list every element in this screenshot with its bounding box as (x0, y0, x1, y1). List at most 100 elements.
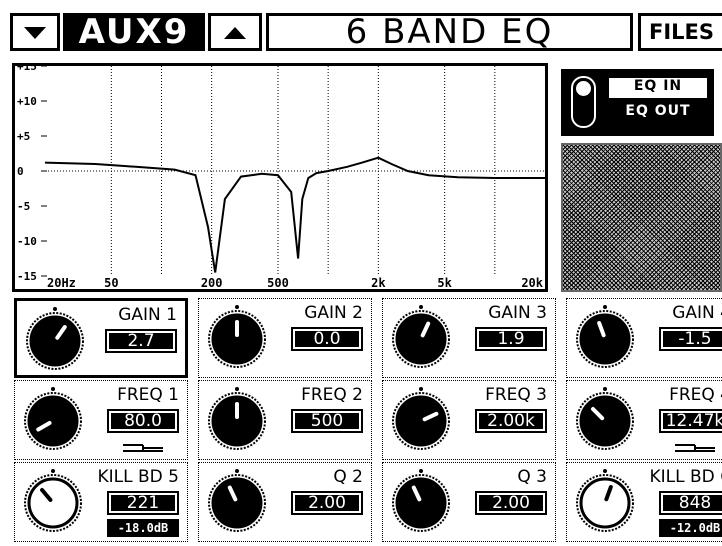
x-tick-label: 500 (267, 276, 289, 289)
knob-value-display[interactable]: 12.47k (659, 409, 722, 433)
x-tick-label: 20Hz (47, 276, 76, 289)
knob-top-dot (419, 305, 423, 309)
knob-cell-band4-third[interactable]: KILL BD 6 848 -12.0dB (566, 462, 722, 542)
page-title: 6 BAND EQ (266, 12, 633, 52)
arrow-down-icon (24, 27, 46, 39)
knob-top-dot (53, 307, 57, 311)
eq-out-label[interactable]: EQ OUT (609, 103, 707, 123)
knob-cell-band4-freq[interactable]: FREQ 4 12.47k (566, 380, 722, 460)
toggle-knob-icon (576, 81, 591, 96)
knob-label: FREQ 3 (485, 385, 547, 405)
knob[interactable] (573, 385, 637, 455)
knob-icon (24, 387, 82, 450)
knob-label: GAIN 1 (118, 305, 177, 325)
knob-icon (392, 387, 450, 450)
knob-icon (208, 387, 266, 450)
knob-value-display[interactable]: 2.00k (475, 409, 547, 433)
files-label: FILES (649, 20, 715, 44)
knob-top-dot (235, 387, 239, 391)
knob-top-dot (603, 305, 607, 309)
knob-label: GAIN 3 (488, 303, 547, 323)
knob-top-dot (603, 387, 607, 391)
knob[interactable] (205, 385, 269, 455)
knob-value-display[interactable]: 500 (291, 409, 363, 433)
knob-body (579, 477, 631, 529)
knob[interactable] (573, 467, 637, 537)
knob-cell-band3-freq[interactable]: FREQ 3 2.00k (382, 380, 556, 460)
aux-selector[interactable]: AUX9 (63, 12, 205, 52)
eq-graph: +15 +10 +5 0 -5 -10 -15 20Hz 50 200 500 2k 5k 20k (12, 63, 548, 292)
knob-value-display[interactable]: 221 (107, 491, 179, 515)
knob[interactable] (205, 303, 269, 373)
shelf-filter-path (123, 444, 163, 452)
knob-value-display[interactable]: 1.9 (475, 327, 547, 351)
knob-cell-band1-third[interactable]: KILL BD 5 221 -18.0dB (14, 462, 188, 542)
knob-value-display[interactable]: 2.00 (291, 491, 363, 515)
knob-icon (26, 307, 84, 370)
y-tick-label: 0 (17, 165, 24, 178)
eq-toggle-switch[interactable] (571, 76, 596, 128)
y-tick-label: +5 (17, 130, 30, 143)
eq-in-label[interactable]: EQ IN (609, 78, 707, 98)
knob-label: GAIN 2 (304, 303, 363, 323)
kill-depth-badge: -12.0dB (659, 519, 722, 537)
shelf-filter-icon (123, 444, 163, 452)
filter-type-indicator[interactable] (123, 439, 163, 458)
knob-top-dot (419, 469, 423, 473)
arrow-up-icon (224, 27, 246, 39)
knob-body (211, 477, 263, 529)
x-tick-label: 5k (437, 276, 452, 289)
knob-value-display[interactable]: 2.00 (475, 491, 547, 515)
knob-value-display[interactable]: -1.5 (659, 327, 722, 351)
knob-cell-band3-third[interactable]: Q 3 2.00 (382, 462, 556, 542)
knob-value-display[interactable]: 2.7 (105, 329, 177, 353)
knob-icon (576, 469, 634, 532)
knob[interactable] (389, 385, 453, 455)
band-controls: GAIN 1 2.7 FREQ 1 80.0 KILL BD 5 221 -18.0dB GA… (0, 296, 722, 546)
knob[interactable] (23, 305, 87, 375)
y-tick-label: -10 (17, 235, 37, 248)
disabled-area (561, 143, 722, 292)
knob-body (579, 313, 631, 365)
knob-cell-band2-gain[interactable]: GAIN 2 0.0 (198, 298, 372, 378)
knob-top-dot (603, 469, 607, 473)
knob[interactable] (205, 467, 269, 537)
knob-icon (392, 469, 450, 532)
knob-label: GAIN 4 (672, 303, 722, 323)
page-title-text: 6 BAND EQ (345, 12, 554, 52)
files-button[interactable]: FILES (638, 13, 722, 51)
knob[interactable] (389, 467, 453, 537)
knob-label: KILL BD 6 (649, 467, 722, 487)
knob-cell-band4-gain[interactable]: GAIN 4 -1.5 (566, 298, 722, 378)
knob[interactable] (21, 467, 85, 537)
knob-cell-band2-third[interactable]: Q 2 2.00 (198, 462, 372, 542)
aux-label: AUX9 (78, 12, 190, 52)
knob-cell-band2-freq[interactable]: FREQ 2 500 (198, 380, 372, 460)
knob-top-dot (51, 469, 55, 473)
knob[interactable] (21, 385, 85, 455)
knob-body (29, 315, 81, 367)
y-tick-label: -5 (17, 200, 30, 213)
eq-curve-svg: +15 +10 +5 0 -5 -10 -15 20Hz 50 200 500 2k 5k 20k (17, 66, 545, 289)
knob-value-display[interactable]: 80.0 (107, 409, 179, 433)
knob[interactable] (389, 303, 453, 373)
shelf-filter-icon (675, 444, 715, 452)
eq-in-out-panel[interactable]: EQ IN EQ OUT (561, 69, 714, 136)
next-aux-button[interactable] (208, 13, 262, 51)
kill-depth-badge: -18.0dB (107, 519, 179, 537)
y-tick-label: -15 (17, 270, 37, 283)
knob-top-dot (419, 387, 423, 391)
knob-value-display[interactable]: 0.0 (291, 327, 363, 351)
shelf-filter-path (675, 444, 715, 452)
knob-icon (576, 305, 634, 368)
knob-cell-band1-freq[interactable]: FREQ 1 80.0 (14, 380, 188, 460)
knob-body (579, 395, 631, 447)
knob-icon (24, 469, 82, 532)
knob[interactable] (573, 303, 637, 373)
filter-type-indicator[interactable] (675, 439, 715, 458)
previous-aux-button[interactable] (10, 13, 60, 51)
knob-cell-band3-gain[interactable]: GAIN 3 1.9 (382, 298, 556, 378)
knob-cell-band1-gain[interactable]: GAIN 1 2.7 (14, 298, 188, 378)
knob-value-display[interactable]: 848 (659, 491, 722, 515)
knob-top-dot (235, 469, 239, 473)
